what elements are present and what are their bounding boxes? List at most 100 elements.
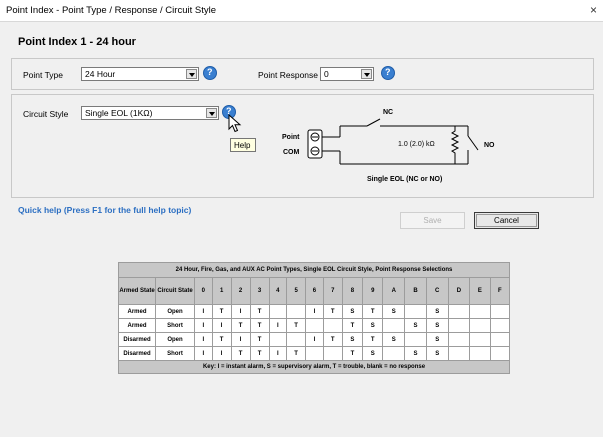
response-cell: T [211,304,232,319]
circuit-state-header: Circuit State [155,277,195,305]
point-response-label: Point Response [258,70,319,80]
response-cell: I [230,304,251,319]
response-header: 4 [268,277,288,305]
tooltip-text: Help [234,141,251,150]
circuit-state-cell: Open [155,332,195,347]
response-cell: I [194,318,213,333]
armed-state-header: Armed State [118,277,156,305]
response-cell: S [425,332,449,347]
response-cell [469,318,491,333]
response-cell: T [230,346,251,361]
response-cell [268,304,288,319]
armed-state-cell: Disarmed [118,332,156,347]
chevron-down-icon[interactable] [206,108,217,118]
response-header: 7 [322,277,343,305]
circuit-style-select[interactable]: Single EOL (1KΩ) [81,106,219,120]
point-type-label: Point Type [23,70,64,80]
response-header: 1 [211,277,232,305]
armed-state-cell: Disarmed [118,346,156,361]
response-cell [489,346,511,361]
response-cell [447,304,471,319]
response-cell: I [194,346,213,361]
response-cell [447,332,471,347]
response-cell: S [425,304,449,319]
chevron-down-icon[interactable] [361,69,372,79]
response-header: F [489,277,511,305]
response-cell: I [268,318,288,333]
help-tooltip: Help [230,138,256,152]
response-cell [489,332,511,347]
table-row: Disarmed Short I I T T I T T S S S [118,346,511,361]
response-header: 9 [362,277,384,305]
response-cell: T [286,346,307,361]
chevron-down-icon[interactable] [186,69,197,79]
response-cell [469,346,491,361]
table-caption: 24 Hour, Fire, Gas, and AUX AC Point Typ… [118,262,510,278]
response-cell: T [286,318,307,333]
no-label: NO [484,142,495,149]
nc-label: NC [383,109,393,116]
response-cell: I [194,332,213,347]
response-cell [489,318,511,333]
com-terminal-label: COM [283,149,300,156]
response-cell: T [322,304,343,319]
response-cell: S [404,318,427,333]
response-header: A [382,277,406,305]
circuit-diagram: NC NO Point COM 1.0 (2.0) kΩ Single EOL … [282,109,495,183]
response-header: 8 [341,277,364,305]
response-cell: S [382,332,406,347]
response-header: E [469,277,491,305]
point-type-value: 24 Hour [85,69,116,79]
response-header: 3 [249,277,270,305]
response-header: 6 [305,277,324,305]
response-cell: T [341,346,364,361]
table-row: Disarmed Open I T I T I T S T S S [118,332,511,347]
quick-help-link[interactable]: Quick help (Press F1 for the full help t… [18,205,191,215]
help-icon[interactable] [381,66,395,80]
response-cell: T [362,304,384,319]
response-cell: I [305,304,324,319]
response-cell: T [341,318,364,333]
cursor-icon [228,114,242,133]
point-type-panel: Point Type 24 Hour Point Response 0 [11,58,594,90]
armed-state-cell: Armed [118,304,156,319]
close-icon[interactable]: × [590,3,597,17]
response-cell: T [362,332,384,347]
response-cell [305,346,324,361]
response-cell: S [425,346,449,361]
response-cell [469,304,491,319]
response-header: 5 [286,277,307,305]
response-cell: S [382,304,406,319]
resistor-label: 1.0 (2.0) kΩ [398,141,435,148]
response-cell [268,332,288,347]
save-button[interactable]: Save [400,212,465,229]
response-cell: T [211,332,232,347]
help-icon[interactable] [203,66,217,80]
response-cell: T [249,332,270,347]
response-cell: T [249,346,270,361]
response-header: 2 [230,277,251,305]
response-cell [286,304,307,319]
response-cell: I [268,346,288,361]
cancel-button[interactable]: Cancel [474,212,539,229]
response-cell [404,304,427,319]
diagram-caption: Single EOL (NC or NO) [367,176,442,183]
point-response-table: 24 Hour, Fire, Gas, and AUX AC Point Typ… [118,262,511,374]
response-cell: I [230,332,251,347]
response-cell [469,332,491,347]
title-bar: Point Index - Point Type / Response / Ci… [0,0,603,22]
response-cell [305,318,324,333]
response-cell: I [194,304,213,319]
response-cell: S [425,318,449,333]
point-type-select[interactable]: 24 Hour [81,67,199,81]
response-cell: T [249,318,270,333]
response-cell [489,304,511,319]
point-response-value: 0 [324,69,329,79]
table-row: Armed Short I I T T I T T S S S [118,318,511,333]
response-cell: S [362,318,384,333]
response-cell: S [362,346,384,361]
response-cell: S [341,304,364,319]
response-cell [322,318,343,333]
point-response-select[interactable]: 0 [320,67,374,81]
response-cell [447,346,471,361]
